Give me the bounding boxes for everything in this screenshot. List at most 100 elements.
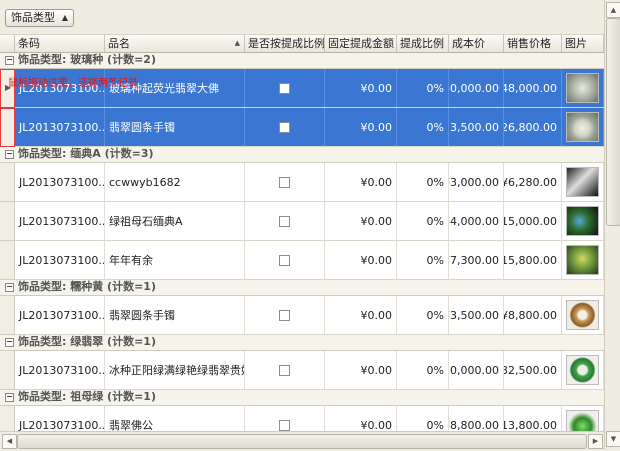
cell-price: ¥32,500.00	[504, 351, 562, 389]
cell-picture	[562, 241, 604, 279]
cell-by-ratio	[245, 163, 325, 201]
ratio-checkbox[interactable]	[279, 82, 290, 94]
cell-picture	[562, 406, 604, 431]
row-indicator[interactable]	[0, 163, 15, 202]
cell-cost: ¥13,500.00	[449, 108, 504, 146]
group-label-text: 饰品类型: 玻璃种 (计数=2)	[18, 53, 156, 66]
cell-fixed-amount: ¥0.00	[325, 163, 397, 201]
cell-ratio: 0%	[397, 108, 449, 146]
cell-fixed-amount: ¥0.00	[325, 351, 397, 389]
cell-picture	[562, 108, 604, 146]
collapse-group-icon[interactable]: −	[5, 338, 14, 347]
column-header-name[interactable]: 品名 ▲	[105, 35, 245, 52]
vertical-scroll-thumb[interactable]	[606, 18, 620, 226]
sort-ascending-icon: ▲	[61, 13, 68, 22]
cell-barcode: JL2013073100...	[15, 406, 105, 431]
horizontal-scrollbar[interactable]: ◀ ▶	[0, 431, 604, 451]
cell-picture	[562, 296, 604, 334]
column-header-price[interactable]: 销售价格	[504, 35, 562, 52]
bracelet-image	[566, 167, 599, 197]
row-indicator[interactable]	[0, 351, 15, 390]
ratio-checkbox[interactable]	[279, 176, 290, 188]
cell-picture	[562, 202, 604, 240]
ratio-checkbox[interactable]	[279, 121, 290, 133]
collapse-group-icon[interactable]: −	[5, 393, 14, 402]
group-label-text: 饰品类型: 缅典A (计数=3)	[18, 147, 154, 160]
table-row[interactable]: JL2013073100...翡翠佛公 ¥0.000%¥8,800.00¥13,8…	[15, 406, 604, 431]
scroll-down-icon[interactable]: ▼	[606, 431, 620, 447]
cell-cost: ¥10,000.00	[449, 351, 504, 389]
cell-cost: ¥8,800.00	[449, 406, 504, 431]
cell-fixed-amount: ¥0.00	[325, 241, 397, 279]
ratio-checkbox[interactable]	[279, 309, 290, 321]
column-header-picture[interactable]: 图片	[562, 35, 604, 52]
row-indicator[interactable]	[0, 296, 15, 335]
drag-hint-annotation: 鼠标拖动这里，选择两条记录	[8, 78, 138, 89]
group-label-text: 饰品类型: 糯种黄 (计数=1)	[18, 280, 156, 293]
ratio-checkbox[interactable]	[279, 419, 290, 431]
collapse-group-icon[interactable]: −	[5, 56, 14, 65]
cell-ratio: 0%	[397, 296, 449, 334]
cell-ratio: 0%	[397, 163, 449, 201]
collapse-group-icon[interactable]: −	[5, 150, 14, 159]
cell-by-ratio	[245, 108, 325, 146]
cell-cost: ¥7,300.00	[449, 241, 504, 279]
row-indicator[interactable]	[0, 241, 15, 280]
cell-barcode: JL2013073100...	[15, 202, 105, 240]
scroll-left-icon[interactable]: ◀	[2, 434, 17, 449]
group-row[interactable]: − 饰品类型: 缅典A (计数=3)	[0, 147, 604, 163]
cell-cost: ¥80,000.00	[449, 69, 504, 107]
column-header-by-ratio[interactable]: 是否按提成比例	[245, 35, 325, 52]
column-header-cost[interactable]: 成本价	[449, 35, 504, 52]
group-chip-label: 饰品类型	[11, 11, 55, 24]
cell-by-ratio	[245, 241, 325, 279]
cell-ratio: 0%	[397, 351, 449, 389]
group-column-chip[interactable]: 饰品类型 ▲	[5, 9, 74, 27]
table-row[interactable]: JL2013073100...翡翠圆条手镯 ¥0.000%¥3,500.00¥8,…	[15, 296, 604, 335]
cell-fixed-amount: ¥0.00	[325, 69, 397, 107]
ratio-checkbox[interactable]	[279, 254, 290, 266]
group-row[interactable]: − 饰品类型: 糯种黄 (计数=1)	[0, 280, 604, 296]
cell-by-ratio	[245, 406, 325, 431]
cell-name: 翡翠圆条手镯	[105, 296, 245, 334]
cell-by-ratio	[245, 351, 325, 389]
horizontal-scroll-thumb[interactable]	[17, 434, 587, 449]
gem-pendant-image	[566, 206, 599, 236]
ratio-checkbox[interactable]	[279, 215, 290, 227]
table-row[interactable]: JL2013073100...冰种正阳绿满绿艳绿翡翠贵妃... ¥0.000%¥1…	[15, 351, 604, 390]
vertical-scrollbar[interactable]: ▲ ▼	[604, 0, 620, 450]
column-header-fixed-amount[interactable]: 固定提成金额	[325, 35, 397, 52]
table-row[interactable]: JL2013073100...绿祖母石缅典A ¥0.000%¥4,000.00¥1…	[15, 202, 604, 241]
scroll-up-icon[interactable]: ▲	[606, 2, 620, 18]
cell-ratio: 0%	[397, 69, 449, 107]
sort-ascending-icon: ▲	[234, 39, 240, 47]
cell-price: ¥6,280.00	[504, 163, 562, 201]
column-header-barcode[interactable]: 条码	[15, 35, 105, 52]
table-row[interactable]: JL2013073100...翡翠圆条手镯 ¥0.000%¥13,500.00¥2…	[15, 108, 604, 147]
product-grid: 条码 品名 ▲ 是否按提成比例 固定提成金额 提成比例 成本价 销售价格 图片 −…	[0, 35, 604, 431]
group-by-panel: 饰品类型 ▲	[0, 0, 620, 35]
cell-price: ¥15,800.00	[504, 241, 562, 279]
column-header-name-label: 品名	[108, 37, 130, 50]
table-row[interactable]: JL2013073100...ccwwyb1682 ¥0.000%¥3,000.0…	[15, 163, 604, 202]
cell-ratio: 0%	[397, 202, 449, 240]
group-row-label: − 饰品类型: 糯种黄 (计数=1)	[5, 280, 156, 294]
cell-cost: ¥4,000.00	[449, 202, 504, 240]
cell-price: ¥8,800.00	[504, 296, 562, 334]
row-indicator[interactable]	[0, 108, 15, 147]
column-header-ratio[interactable]: 提成比例	[397, 35, 449, 52]
cell-name: ccwwyb1682	[105, 163, 245, 201]
group-row[interactable]: − 饰品类型: 祖母绿 (计数=1)	[0, 390, 604, 406]
collapse-group-icon[interactable]: −	[5, 283, 14, 292]
ratio-checkbox[interactable]	[279, 364, 290, 376]
row-indicator[interactable]	[0, 406, 15, 431]
row-indicator[interactable]	[0, 202, 15, 241]
group-row[interactable]: − 饰品类型: 绿翡翠 (计数=1)	[0, 335, 604, 351]
table-row[interactable]: JL2013073100...年年有余 ¥0.000%¥7,300.00¥15,8…	[15, 241, 604, 280]
column-header-row: 条码 品名 ▲ 是否按提成比例 固定提成金额 提成比例 成本价 销售价格 图片	[0, 35, 604, 53]
cell-barcode: JL2013073100...	[15, 241, 105, 279]
group-row[interactable]: − 饰品类型: 玻璃种 (计数=2)	[0, 53, 604, 69]
cell-name: 翡翠佛公	[105, 406, 245, 431]
scroll-right-icon[interactable]: ▶	[588, 434, 603, 449]
cell-barcode: JL2013073100...	[15, 163, 105, 201]
